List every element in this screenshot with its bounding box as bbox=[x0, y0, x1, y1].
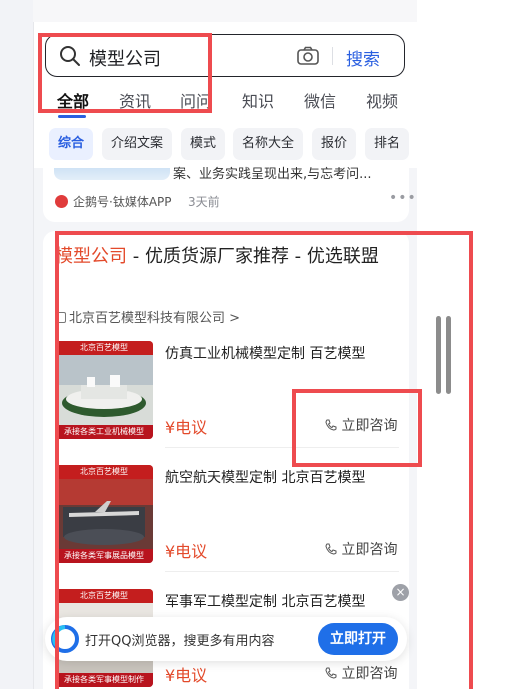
previous-result-card[interactable]: 案、业务实践呈现出来,与忘考问... 企鹅号·钛媒体APP 3天前 ••• bbox=[43, 167, 416, 222]
product-image-banner-top: 北京百艺模型 bbox=[55, 589, 153, 603]
open-qq-browser-button[interactable]: 立即打开 bbox=[318, 623, 398, 655]
consult-button[interactable]: 立即咨询 bbox=[325, 663, 397, 683]
search-tabs: 全部 资讯 问问 知识 微信 视频 bbox=[34, 88, 417, 118]
phone-viewport: 模型公司 搜索 全部 资讯 问问 知识 微信 视频 综合 介绍文案 模式 名称大… bbox=[33, 22, 417, 689]
filter-chips: 综合 介绍文案 模式 名称大全 报价 排名 bbox=[34, 128, 417, 160]
product-image: 北京百艺模型 承接各类工业机械模型 bbox=[55, 341, 153, 439]
product-image-banner-top: 北京百艺模型 bbox=[55, 465, 153, 479]
tab-knowledge[interactable]: 知识 bbox=[242, 88, 274, 112]
camera-icon[interactable] bbox=[296, 45, 320, 67]
scrollbar-bar-right bbox=[446, 316, 451, 394]
consult-label: 立即咨询 bbox=[341, 542, 398, 558]
right-panel bbox=[417, 0, 528, 689]
previous-result-snippet: 案、业务实践呈现出来,与忘考问... bbox=[173, 167, 372, 182]
chip-quote[interactable]: 报价 bbox=[312, 128, 357, 160]
scrollbar-bar-left bbox=[436, 316, 441, 394]
chip-ranking[interactable]: 排名 bbox=[365, 128, 410, 160]
product-name: 航空航天模型定制 北京百艺模型 bbox=[165, 470, 366, 486]
product-price: ¥电议 bbox=[165, 542, 208, 561]
chip-mode[interactable]: 模式 bbox=[181, 128, 226, 160]
phone-icon bbox=[325, 419, 337, 431]
chip-intro-copy[interactable]: 介绍文案 bbox=[102, 128, 173, 160]
ad-title-highlight: 模型公司 bbox=[55, 246, 127, 267]
consult-label: 立即咨询 bbox=[341, 418, 398, 434]
product-divider bbox=[165, 571, 399, 572]
more-options-icon[interactable]: ••• bbox=[389, 190, 417, 206]
product-name: 军事军工模型定制 北京百艺模型 bbox=[165, 594, 366, 610]
tab-video[interactable]: 视频 bbox=[366, 88, 398, 112]
tab-news[interactable]: 资讯 bbox=[119, 88, 151, 112]
qq-banner-text: 打开QQ浏览器，搜更多有用内容 bbox=[85, 634, 275, 649]
product-name: 仿真工业机械模型定制 百艺模型 bbox=[165, 346, 366, 362]
search-button[interactable]: 搜索 bbox=[338, 45, 388, 70]
search-divider bbox=[332, 47, 333, 65]
product-image-banner-bottom: 承接各类军事模型制作 bbox=[55, 673, 153, 687]
consult-button[interactable]: 立即咨询 bbox=[325, 539, 397, 559]
phone-icon bbox=[325, 543, 337, 555]
previous-result-source: 企鹅号·钛媒体APP bbox=[73, 195, 172, 209]
qq-browser-banner: 打开QQ浏览器，搜更多有用内容 立即打开 bbox=[45, 617, 407, 661]
ad-company-name: 北京百艺模型科技有限公司 > bbox=[69, 311, 241, 326]
tab-all[interactable]: 全部 bbox=[57, 88, 89, 112]
product-image-scene bbox=[55, 479, 153, 549]
product-item[interactable]: 北京百艺模型 承接各类工业机械模型 仿真工业机械模型定制 百艺模型 ¥电议 立即… bbox=[55, 341, 399, 451]
product-image-banner-bottom: 承接各类工业机械模型 bbox=[55, 425, 153, 439]
product-image-banner-top: 北京百艺模型 bbox=[55, 341, 153, 355]
chip-name-list[interactable]: 名称大全 bbox=[233, 128, 304, 160]
search-box[interactable]: 模型公司 搜索 bbox=[45, 34, 405, 77]
top-band bbox=[33, 0, 417, 22]
search-header: 模型公司 搜索 全部 资讯 问问 知识 微信 视频 综合 介绍文案 模式 名称大… bbox=[34, 22, 417, 168]
product-item[interactable]: 北京百艺模型 承接各类军事展品模型 航空航天模型定制 北京百艺模型 ¥电议 立即… bbox=[55, 465, 399, 575]
product-price: ¥电议 bbox=[165, 666, 208, 685]
product-image: 北京百艺模型 承接各类军事展品模型 bbox=[55, 465, 153, 563]
phone-icon bbox=[325, 667, 337, 679]
consult-label: 立即咨询 bbox=[341, 666, 398, 682]
company-icon bbox=[55, 312, 66, 323]
consult-button[interactable]: 立即咨询 bbox=[325, 415, 397, 435]
ad-company-link[interactable]: 北京百艺模型科技有限公司 > bbox=[55, 307, 240, 326]
search-icon bbox=[60, 46, 80, 66]
chip-comprehensive[interactable]: 综合 bbox=[49, 128, 94, 160]
qq-browser-logo-icon bbox=[51, 625, 79, 653]
scrollbar[interactable] bbox=[436, 316, 454, 394]
product-divider bbox=[165, 447, 399, 448]
source-logo-icon bbox=[55, 195, 68, 208]
previous-result-thumbnail bbox=[54, 168, 170, 180]
tab-wenwen[interactable]: 问问 bbox=[180, 88, 212, 112]
search-input[interactable]: 模型公司 bbox=[89, 45, 161, 71]
tab-wechat[interactable]: 微信 bbox=[304, 88, 336, 112]
product-image-scene bbox=[55, 355, 153, 425]
ad-title[interactable]: 模型公司 - 优质货源厂家推荐 - 优选联盟 bbox=[55, 243, 395, 271]
product-price: ¥电议 bbox=[165, 418, 208, 437]
ad-title-text: - 优质货源厂家推荐 - 优选联盟 bbox=[127, 246, 379, 267]
close-banner-button[interactable]: × bbox=[392, 584, 409, 601]
product-image-banner-bottom: 承接各类军事展品模型 bbox=[55, 549, 153, 563]
previous-result-time: 3天前 bbox=[188, 195, 220, 209]
active-tab-indicator bbox=[58, 115, 86, 118]
